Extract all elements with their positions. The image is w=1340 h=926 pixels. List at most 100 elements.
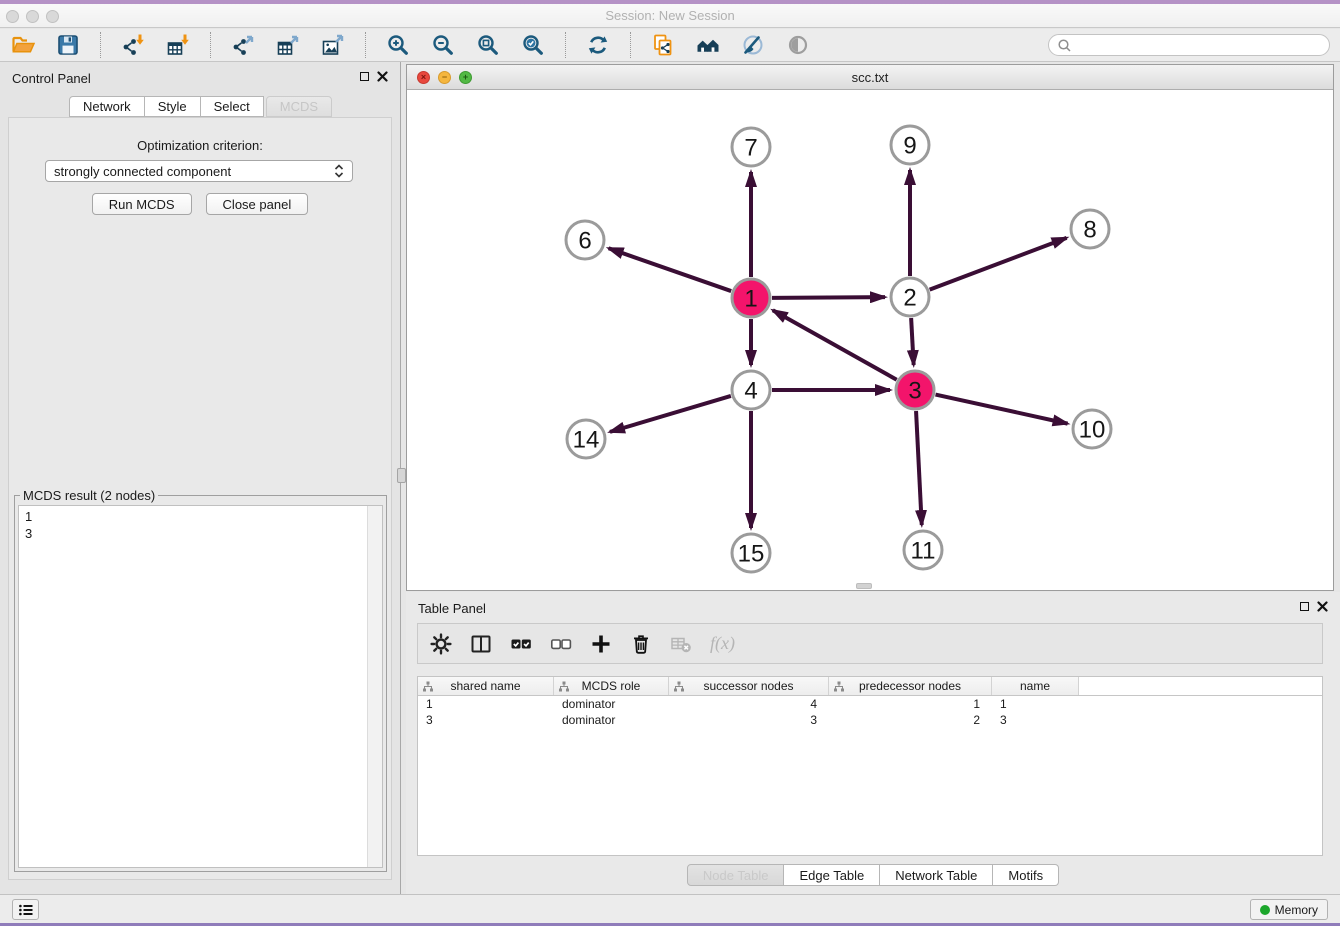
table-cell[interactable]: 1 bbox=[418, 697, 554, 711]
close-panel-button[interactable]: Close panel bbox=[206, 193, 309, 215]
show-columns-icon[interactable] bbox=[470, 633, 492, 655]
hierarchy-icon bbox=[422, 681, 434, 692]
delete-rows-icon[interactable] bbox=[630, 633, 652, 655]
graph-node-2[interactable]: 2 bbox=[891, 278, 929, 316]
table-cell[interactable]: 1 bbox=[992, 697, 1079, 711]
column-label: successor nodes bbox=[703, 679, 793, 693]
column-header-successor-nodes[interactable]: successor nodes bbox=[669, 677, 829, 695]
import-table-icon[interactable] bbox=[165, 32, 191, 58]
graph-node-3[interactable]: 3 bbox=[896, 371, 934, 409]
table-row[interactable]: 1dominator411 bbox=[418, 696, 1322, 712]
edge-4-14[interactable] bbox=[610, 396, 731, 432]
zoom-out-icon[interactable] bbox=[430, 32, 456, 58]
titlebar: Session: New Session bbox=[0, 4, 1340, 28]
node-label: 11 bbox=[911, 537, 936, 564]
tab-mcds[interactable]: MCDS bbox=[266, 96, 332, 117]
save-session-icon[interactable] bbox=[55, 32, 81, 58]
vertical-splitter-handle[interactable] bbox=[397, 468, 406, 483]
close-panel-icon[interactable] bbox=[1317, 601, 1328, 612]
edge-1-2[interactable] bbox=[772, 297, 885, 298]
table-cell[interactable]: 3 bbox=[992, 713, 1079, 727]
network-canvas[interactable]: 1 2 3 4 6 7 8 9 10 11 14 15 bbox=[407, 90, 1333, 590]
tab-network[interactable]: Network bbox=[69, 96, 145, 117]
task-history-button[interactable] bbox=[12, 899, 39, 920]
graph-node-11[interactable]: 11 bbox=[904, 531, 942, 569]
chevron-up-down-icon bbox=[334, 164, 344, 178]
network-view-window: × − + scc.txt 1 2 3 4 6 7 8 9 10 11 14 15 bbox=[406, 64, 1334, 591]
graph-node-10[interactable]: 10 bbox=[1073, 410, 1111, 448]
run-mcds-button[interactable]: Run MCDS bbox=[92, 193, 192, 215]
table-cell[interactable]: dominator bbox=[554, 697, 669, 711]
graph-node-9[interactable]: 9 bbox=[891, 126, 929, 164]
close-panel-icon[interactable] bbox=[377, 71, 388, 82]
table-cell[interactable]: 2 bbox=[829, 713, 992, 727]
tab-network-table[interactable]: Network Table bbox=[880, 864, 993, 886]
zoom-fit-icon[interactable] bbox=[475, 32, 501, 58]
table-cell[interactable]: 3 bbox=[669, 713, 829, 727]
mcds-result-group: MCDS result (2 nodes) 13 bbox=[14, 495, 387, 872]
graph-node-8[interactable]: 8 bbox=[1071, 210, 1109, 248]
table-cell[interactable]: 4 bbox=[669, 697, 829, 711]
edge-1-6[interactable] bbox=[609, 248, 732, 291]
optimization-criterion-select[interactable]: strongly connected component bbox=[45, 160, 353, 182]
column-header-mcds-role[interactable]: MCDS role bbox=[554, 677, 669, 695]
tab-select[interactable]: Select bbox=[201, 96, 264, 117]
select-all-icon[interactable] bbox=[510, 633, 532, 655]
table-options-icon[interactable] bbox=[430, 633, 452, 655]
network-window-titlebar[interactable]: × − + scc.txt bbox=[407, 65, 1333, 90]
header-filler bbox=[1079, 677, 1322, 695]
duplicate-network-icon[interactable] bbox=[650, 32, 676, 58]
import-network-icon[interactable] bbox=[120, 32, 146, 58]
search-input[interactable] bbox=[1077, 37, 1321, 53]
export-image-icon[interactable] bbox=[320, 32, 346, 58]
mcds-result-textarea[interactable]: 13 bbox=[18, 505, 383, 868]
memory-button[interactable]: Memory bbox=[1250, 899, 1328, 920]
edge-3-1[interactable] bbox=[773, 310, 897, 379]
task-list-icon bbox=[18, 903, 34, 917]
network-graph[interactable]: 1 2 3 4 6 7 8 9 10 11 14 15 bbox=[407, 90, 1333, 590]
deselect-all-icon[interactable] bbox=[550, 633, 572, 655]
result-scrollbar[interactable] bbox=[367, 506, 382, 867]
toolbar-separator bbox=[100, 32, 101, 58]
table-cell[interactable]: dominator bbox=[554, 713, 669, 727]
edge-2-3[interactable] bbox=[911, 318, 914, 365]
open-session-icon[interactable] bbox=[10, 32, 36, 58]
zoom-in-icon[interactable] bbox=[385, 32, 411, 58]
node-label: 3 bbox=[908, 377, 921, 404]
toolbar-separator bbox=[630, 32, 631, 58]
style-toggle-icon[interactable] bbox=[740, 32, 766, 58]
graph-node-7[interactable]: 7 bbox=[732, 128, 770, 166]
graph-node-4[interactable]: 4 bbox=[732, 371, 770, 409]
first-neighbors-icon[interactable] bbox=[695, 32, 721, 58]
column-header-predecessor-nodes[interactable]: predecessor nodes bbox=[829, 677, 992, 695]
graph-node-15[interactable]: 15 bbox=[732, 534, 770, 572]
edge-3-10[interactable] bbox=[936, 395, 1068, 424]
table-cell[interactable]: 1 bbox=[829, 697, 992, 711]
optimization-criterion-label: Optimization criterion: bbox=[9, 138, 391, 153]
canvas-resize-grip[interactable] bbox=[856, 583, 872, 589]
zoom-selected-icon[interactable] bbox=[520, 32, 546, 58]
node-label: 1 bbox=[744, 285, 757, 312]
refresh-layout-icon[interactable] bbox=[585, 32, 611, 58]
float-panel-icon[interactable] bbox=[1300, 602, 1309, 611]
graph-node-6[interactable]: 6 bbox=[566, 221, 604, 259]
tab-edge-table[interactable]: Edge Table bbox=[784, 864, 880, 886]
float-panel-icon[interactable] bbox=[360, 72, 369, 81]
column-header-name[interactable]: name bbox=[992, 677, 1079, 695]
table-row[interactable]: 3dominator323 bbox=[418, 712, 1322, 728]
edge-2-8[interactable] bbox=[930, 238, 1067, 290]
export-table-icon[interactable] bbox=[275, 32, 301, 58]
tab-style[interactable]: Style bbox=[145, 96, 201, 117]
hierarchy-icon bbox=[833, 681, 845, 692]
graph-node-1[interactable]: 1 bbox=[732, 279, 770, 317]
tab-node-table[interactable]: Node Table bbox=[687, 864, 785, 886]
column-header-shared-name[interactable]: shared name bbox=[418, 677, 554, 695]
search-field[interactable] bbox=[1048, 34, 1330, 56]
table-cell[interactable]: 3 bbox=[418, 713, 554, 727]
add-row-icon[interactable] bbox=[590, 633, 612, 655]
edge-3-11[interactable] bbox=[916, 411, 922, 525]
control-panel-tabs: NetworkStyleSelectMCDS bbox=[69, 96, 332, 117]
tab-motifs[interactable]: Motifs bbox=[993, 864, 1059, 886]
export-network-icon[interactable] bbox=[230, 32, 256, 58]
graph-node-14[interactable]: 14 bbox=[567, 420, 605, 458]
